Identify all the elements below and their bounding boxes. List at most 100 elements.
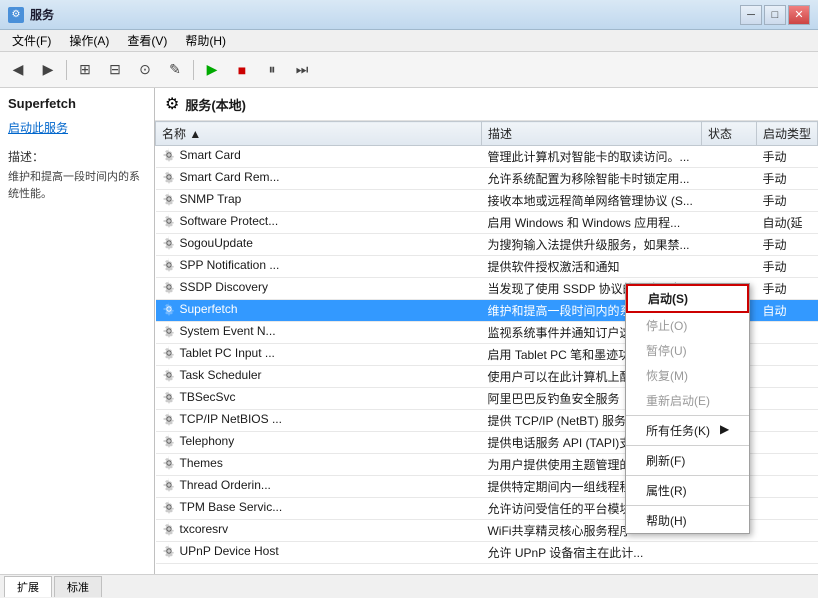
context-menu-separator bbox=[626, 475, 749, 476]
service-status-cell bbox=[701, 168, 756, 190]
table-row[interactable]: SogouUpdate为搜狗输入法提供升级服务，如果禁...手动 bbox=[156, 234, 818, 256]
service-name-cell: Smart Card Rem... bbox=[156, 168, 482, 190]
service-startup-cell bbox=[756, 322, 817, 344]
service-status-cell bbox=[701, 234, 756, 256]
col-header-name[interactable]: 名称 ▲ bbox=[156, 122, 482, 146]
service-startup-cell: 手动 bbox=[756, 256, 817, 278]
service-startup-cell bbox=[756, 410, 817, 432]
col-header-status[interactable]: 状态 bbox=[701, 122, 756, 146]
panel-header-icon: ⚙ bbox=[165, 94, 179, 114]
play-button[interactable]: ▶ bbox=[198, 56, 226, 84]
context-menu-item[interactable]: 帮助(H) bbox=[626, 508, 749, 533]
view-btn-2[interactable]: ⊟ bbox=[101, 56, 129, 84]
close-button[interactable]: ✕ bbox=[788, 5, 810, 25]
minimize-button[interactable]: ─ bbox=[740, 5, 762, 25]
service-name-cell: SNMP Trap bbox=[156, 190, 482, 212]
service-status-cell bbox=[701, 190, 756, 212]
service-desc-cell: 接收本地或远程简单网络管理协议 (S... bbox=[481, 190, 701, 212]
table-row[interactable]: Smart Card Rem...允许系统配置为移除智能卡时锁定用...手动 bbox=[156, 168, 818, 190]
view-btn-1[interactable]: ⊞ bbox=[71, 56, 99, 84]
forward-button[interactable]: ▶ bbox=[34, 56, 62, 84]
title-bar: ⚙ 服务 ─ □ ✕ bbox=[0, 0, 818, 30]
service-icon: Smart Card bbox=[162, 148, 241, 162]
context-menu-item[interactable]: 启动(S) bbox=[626, 284, 749, 313]
desc-text: 维护和提高一段时间内的系统性能。 bbox=[8, 169, 146, 202]
menu-item[interactable]: 查看(V) bbox=[119, 30, 175, 51]
menu-item[interactable]: 操作(A) bbox=[61, 30, 117, 51]
service-name-cell: SogouUpdate bbox=[156, 234, 482, 256]
context-menu-item[interactable]: 暂停(U) bbox=[626, 338, 749, 363]
service-icon: Themes bbox=[162, 456, 223, 470]
service-desc-cell: 允许 UPnP 设备宿主在此计... bbox=[481, 542, 701, 564]
table-row[interactable]: Smart Card 管理此计算机对智能卡的取读访问。... 手动 bbox=[156, 146, 818, 168]
stop-button[interactable]: ■ bbox=[228, 56, 256, 84]
app-icon: ⚙ bbox=[8, 7, 24, 23]
tab-expand[interactable]: 扩展 bbox=[4, 576, 52, 597]
left-panel: Superfetch 启动此服务 描述： 维护和提高一段时间内的系统性能。 bbox=[0, 88, 155, 574]
service-startup-cell: 自动(延 bbox=[756, 212, 817, 234]
service-startup-cell: 手动 bbox=[756, 190, 817, 212]
context-menu-item[interactable]: 属性(R) bbox=[626, 478, 749, 503]
service-icon: System Event N... bbox=[162, 324, 276, 338]
service-startup-cell bbox=[756, 454, 817, 476]
service-icon: Task Scheduler bbox=[162, 368, 262, 382]
table-row[interactable]: UPnP Device Host允许 UPnP 设备宿主在此计... bbox=[156, 542, 818, 564]
service-startup-cell bbox=[756, 344, 817, 366]
service-name-cell: Telephony bbox=[156, 432, 482, 454]
service-name-cell: Task Scheduler bbox=[156, 366, 482, 388]
service-startup-cell bbox=[756, 388, 817, 410]
back-button[interactable]: ◀ bbox=[4, 56, 32, 84]
table-row[interactable]: SNMP Trap接收本地或远程简单网络管理协议 (S... 手动 bbox=[156, 190, 818, 212]
service-icon: Software Protect... bbox=[162, 214, 279, 228]
edit-btn[interactable]: ✎ bbox=[161, 56, 189, 84]
window-title: 服务 bbox=[30, 6, 54, 23]
context-menu-separator bbox=[626, 415, 749, 416]
table-header-row: 名称 ▲ 描述 状态 启动类型 bbox=[156, 122, 818, 146]
menu-item[interactable]: 文件(F) bbox=[4, 30, 59, 51]
toolbar-separator-1 bbox=[66, 60, 67, 80]
table-row[interactable]: SPP Notification ...提供软件授权激活和通知手动 bbox=[156, 256, 818, 278]
service-name-cell: TBSecSvc bbox=[156, 388, 482, 410]
table-row[interactable]: Software Protect...启用 Windows 和 Windows … bbox=[156, 212, 818, 234]
tab-standard[interactable]: 标准 bbox=[54, 576, 102, 597]
service-icon: Thread Orderin... bbox=[162, 478, 271, 492]
service-desc-cell: 为搜狗输入法提供升级服务，如果禁... bbox=[481, 234, 701, 256]
toolbar: ◀ ▶ ⊞ ⊟ ⊙ ✎ ▶ ■ ⏸ ⏭ bbox=[0, 52, 818, 88]
menu-item[interactable]: 帮助(H) bbox=[177, 30, 234, 51]
status-bar: 扩展 标准 bbox=[0, 574, 818, 598]
service-startup-cell: 手动 bbox=[756, 146, 817, 168]
service-name-cell: System Event N... bbox=[156, 322, 482, 344]
context-menu-item[interactable]: 停止(O) bbox=[626, 313, 749, 338]
start-service-link[interactable]: 启动此服务 bbox=[8, 121, 68, 135]
service-status-cell bbox=[701, 146, 756, 168]
service-icon: TBSecSvc bbox=[162, 390, 236, 404]
service-name-cell: Thread Orderin... bbox=[156, 476, 482, 498]
service-icon: Smart Card Rem... bbox=[162, 170, 280, 184]
service-name-cell: SPP Notification ... bbox=[156, 256, 482, 278]
maximize-button[interactable]: □ bbox=[764, 5, 786, 25]
service-startup-cell bbox=[756, 542, 817, 564]
context-menu-item[interactable]: 刷新(F) bbox=[626, 448, 749, 473]
service-icon: SSDP Discovery bbox=[162, 280, 268, 294]
right-panel: ⚙ 服务(本地) 名称 ▲ 描述 状态 启动类型 Smart Card管理此计算… bbox=[155, 88, 818, 574]
service-name-cell: TCP/IP NetBIOS ... bbox=[156, 410, 482, 432]
col-header-startup[interactable]: 启动类型 bbox=[756, 122, 817, 146]
context-menu: 启动(S)停止(O)暂停(U)恢复(M)重新启动(E) 所有任务(K) 刷新(F) 属… bbox=[625, 283, 750, 534]
service-icon: TPM Base Servic... bbox=[162, 500, 283, 514]
restart-button[interactable]: ⏭ bbox=[288, 56, 316, 84]
service-desc-cell: 管理此计算机对智能卡的取读访问。... bbox=[481, 146, 701, 168]
service-name-cell: SSDP Discovery bbox=[156, 278, 482, 300]
service-status-cell bbox=[701, 542, 756, 564]
service-name-cell: UPnP Device Host bbox=[156, 542, 482, 564]
service-name-cell: TPM Base Servic... bbox=[156, 498, 482, 520]
view-btn-3[interactable]: ⊙ bbox=[131, 56, 159, 84]
service-name-cell: Themes bbox=[156, 454, 482, 476]
context-menu-item[interactable]: 所有任务(K) bbox=[626, 418, 749, 443]
context-menu-item[interactable]: 重新启动(E) bbox=[626, 388, 749, 413]
col-header-desc[interactable]: 描述 bbox=[481, 122, 701, 146]
context-menu-item[interactable]: 恢复(M) bbox=[626, 363, 749, 388]
left-panel-title: Superfetch bbox=[8, 96, 146, 111]
service-name-cell: Software Protect... bbox=[156, 212, 482, 234]
pause-button[interactable]: ⏸ bbox=[258, 56, 286, 84]
service-icon: txcoresrv bbox=[162, 522, 229, 536]
